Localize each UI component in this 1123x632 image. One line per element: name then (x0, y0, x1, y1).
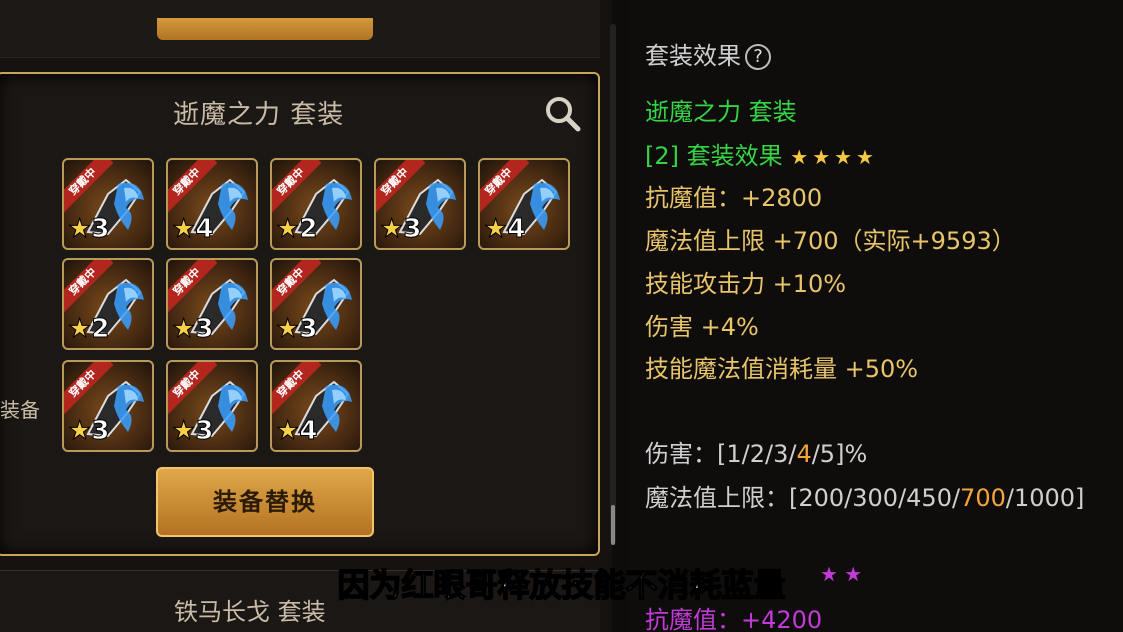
effect-label: [2] 套装效果 (645, 142, 783, 170)
star-level: ★3 (67, 214, 110, 245)
damage-scale-suffix: /5]% (811, 440, 868, 468)
damage-scale: 伤害：[1/2/3/4/5]% (645, 434, 867, 469)
star-level: ★3 (171, 416, 214, 447)
star-icon: ★ (275, 214, 300, 245)
set-name: 逝魔之力 套装 (645, 98, 797, 126)
equipment-slot[interactable]: 穿戴中 ★3 (166, 360, 258, 452)
scrollbar-track[interactable] (610, 24, 616, 544)
effect-header-label: 套装效果 (645, 42, 741, 70)
swap-equipment-button[interactable]: 装备替换 (156, 467, 374, 537)
stat-skill-attack: 技能攻击力 +10% (645, 270, 847, 298)
star-icon: ★ (275, 416, 300, 447)
search-icon[interactable] (544, 95, 582, 133)
equipment-slot[interactable]: 穿戴中 ★2 (270, 158, 362, 250)
mana-scale-current: 700 (960, 484, 1006, 512)
set-title: 逝魔之力 套装 (173, 100, 345, 130)
stat-anti-magic: 抗魔值：+2800 (645, 184, 823, 212)
star-icon: ★ (171, 416, 196, 447)
effect-stars: ★★★★ (790, 145, 878, 169)
star-level: ★3 (379, 214, 422, 245)
video-subtitle: 因为红眼哥释放技能不消耗蓝量 (337, 565, 787, 605)
star-level: ★3 (171, 314, 214, 345)
star-icon: ★ (483, 214, 508, 245)
star-icon: ★ (67, 416, 92, 447)
equipment-slot[interactable]: 穿戴中 ★4 (270, 360, 362, 452)
damage-scale-prefix: 伤害：[1/2/3/ (645, 440, 797, 468)
equipment-slot[interactable]: 穿戴中 ★2 (62, 258, 154, 350)
scrollbar-thumb[interactable] (611, 505, 615, 545)
star-level: ★4 (171, 214, 214, 245)
star-level: ★4 (483, 214, 526, 245)
help-icon[interactable]: ? (745, 44, 771, 70)
star-icon: ★ (171, 214, 196, 245)
side-label: 装备 (0, 398, 40, 422)
stat-mana-cost: 技能魔法值消耗量 +50% (645, 355, 919, 383)
damage-scale-current: 4 (796, 440, 812, 468)
equipment-slot[interactable]: 穿戴中 ★3 (62, 360, 154, 452)
star-icon: ★ (275, 314, 300, 345)
stat-damage: 伤害 +4% (645, 313, 759, 341)
star-level: ★3 (67, 416, 110, 447)
star-icon: ★ (67, 314, 92, 345)
star-icon: ★ (379, 214, 404, 245)
equipment-slot[interactable]: 穿戴中 ★3 (166, 258, 258, 350)
mana-scale-suffix: /1000] (1005, 484, 1085, 512)
equipment-slot[interactable]: 穿戴中 ★4 (478, 158, 570, 250)
star-level: ★4 (275, 416, 318, 447)
stat-mana-cap: 魔法值上限 +700（实际+9593） (645, 227, 1016, 255)
equipment-slot[interactable]: 穿戴中 ★4 (166, 158, 258, 250)
star-level: ★2 (275, 214, 318, 245)
mana-scale-prefix: 魔法值上限：[200/300/450/ (645, 484, 961, 512)
equipment-slot[interactable]: 穿戴中 ★3 (62, 158, 154, 250)
previous-set-button[interactable] (157, 18, 373, 40)
star-level: ★3 (275, 314, 318, 345)
equipment-slot[interactable]: 穿戴中 ★3 (270, 258, 362, 350)
star-icon: ★ (67, 214, 92, 245)
mana-scale: 魔法值上限：[200/300/450/700/1000] (645, 478, 1084, 513)
equipment-slot[interactable]: 穿戴中 ★3 (374, 158, 466, 250)
star-icon: ★ (171, 314, 196, 345)
effect-row: [2] 套装效果 ★★★★ (645, 136, 878, 171)
effect-header: 套装效果? (645, 36, 771, 71)
star-level: ★2 (67, 314, 110, 345)
